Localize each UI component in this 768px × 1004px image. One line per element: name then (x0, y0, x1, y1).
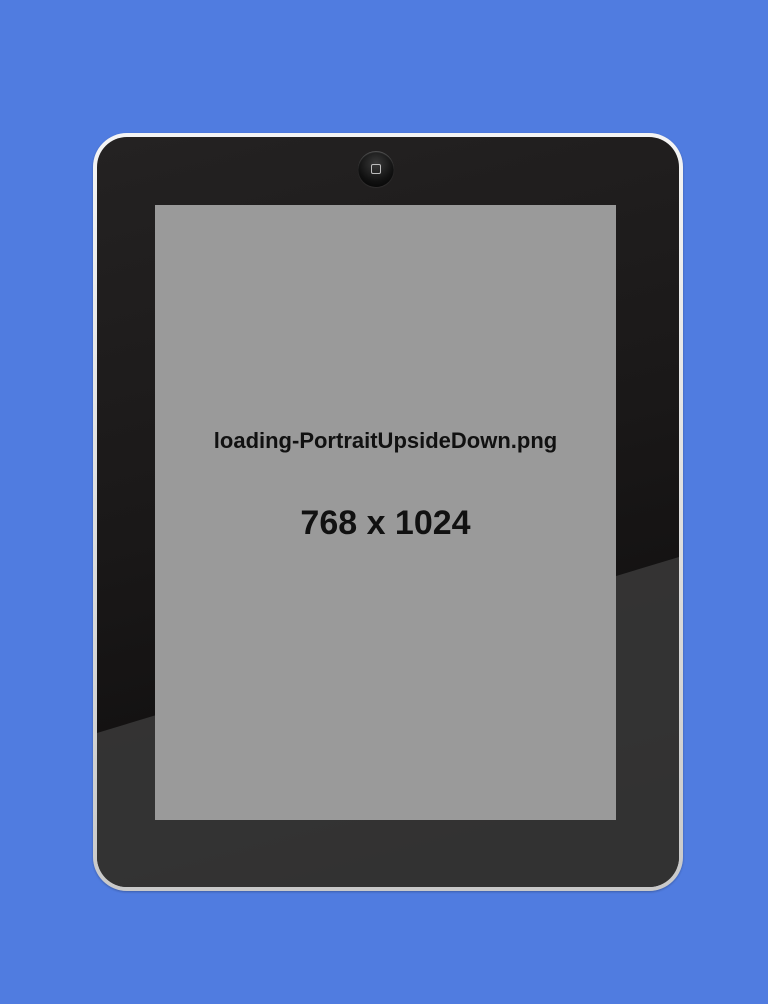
tablet-screen: loading-PortraitUpsideDown.png 768 x 102… (155, 205, 616, 820)
tablet-device: loading-PortraitUpsideDown.png 768 x 102… (93, 133, 683, 891)
screen-dimensions-label: 768 x 1024 (300, 504, 471, 542)
home-button[interactable] (358, 151, 394, 187)
tablet-bezel: loading-PortraitUpsideDown.png 768 x 102… (97, 137, 679, 887)
screen-filename-label: loading-PortraitUpsideDown.png (213, 428, 558, 453)
home-button-square-icon (371, 164, 381, 174)
